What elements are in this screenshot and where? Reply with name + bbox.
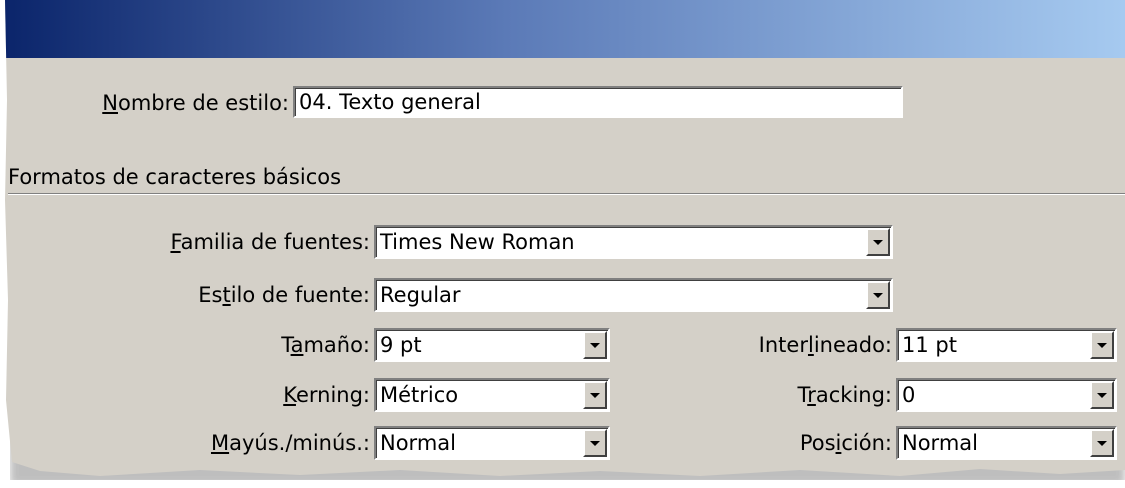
size-value: 9 pt — [380, 333, 422, 357]
leading-label: Interlineado: — [758, 333, 892, 357]
case-select[interactable]: Normal — [374, 426, 610, 460]
chevron-down-icon[interactable] — [1090, 381, 1114, 409]
case-label: Mayús./minús.: — [210, 431, 370, 455]
chevron-down-icon[interactable] — [866, 228, 890, 256]
section-title: Formatos de caracteres básicos — [8, 165, 342, 189]
chevron-down-icon[interactable] — [1090, 429, 1114, 457]
tracking-select[interactable]: 0 — [896, 378, 1117, 412]
font-family-label: Familia de fuentes: — [170, 230, 370, 254]
font-family-select[interactable]: Times New Roman — [374, 225, 893, 259]
section-divider-highlight — [8, 194, 1125, 195]
paragraph-style-panel: Nombre de estilo: 04. Texto general Form… — [0, 0, 1125, 476]
position-label: Posición: — [799, 431, 892, 455]
kerning-label: Kerning: — [283, 383, 370, 407]
size-label: Tamaño: — [281, 333, 370, 357]
size-select[interactable]: 9 pt — [374, 328, 610, 362]
style-name-value: 04. Texto general — [299, 90, 481, 114]
case-value: Normal — [380, 431, 456, 455]
title-bar — [0, 0, 1125, 58]
leading-value: 11 pt — [902, 333, 957, 357]
font-family-value: Times New Roman — [380, 230, 575, 254]
leading-select[interactable]: 11 pt — [896, 328, 1117, 362]
font-style-select[interactable]: Regular — [374, 278, 893, 312]
font-style-value: Regular — [380, 283, 461, 307]
tracking-value: 0 — [902, 383, 916, 407]
chevron-down-icon[interactable] — [1090, 331, 1114, 359]
kerning-value: Métrico — [380, 383, 459, 407]
chevron-down-icon[interactable] — [866, 281, 890, 309]
position-select[interactable]: Normal — [896, 426, 1117, 460]
position-value: Normal — [902, 431, 978, 455]
font-style-label: Estilo de fuente: — [198, 283, 370, 307]
tracking-label: Tracking: — [797, 383, 892, 407]
kerning-select[interactable]: Métrico — [374, 378, 610, 412]
style-name-label: Nombre de estilo: — [102, 91, 289, 115]
style-name-field[interactable]: 04. Texto general — [293, 86, 903, 118]
